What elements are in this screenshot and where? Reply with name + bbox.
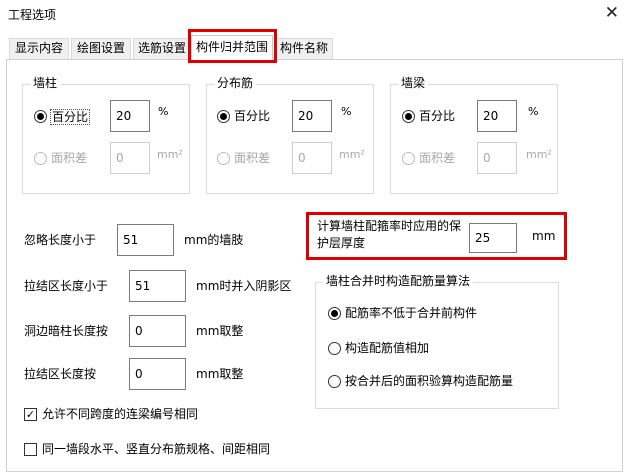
checkbox-checked-icon[interactable]: ✓ bbox=[24, 408, 37, 421]
area-diff-unit: mm² bbox=[157, 148, 183, 161]
algo-option-label: 构造配筋值相加 bbox=[345, 341, 430, 355]
hole-column-input[interactable]: 0 bbox=[129, 315, 186, 347]
hole-column-label: 洞边暗柱长度按 bbox=[24, 324, 109, 338]
percent-radio[interactable] bbox=[402, 110, 415, 123]
close-icon[interactable]: ✕ bbox=[605, 3, 619, 23]
percent-label: 百分比 bbox=[234, 109, 271, 123]
group-title: 分布筋 bbox=[214, 76, 257, 90]
tie-zone-round-input[interactable]: 0 bbox=[129, 358, 186, 390]
tab-label: 显示内容 bbox=[14, 41, 63, 55]
percent-unit: % bbox=[341, 105, 352, 118]
area-diff-input[interactable]: 0 bbox=[292, 142, 332, 174]
percent-input[interactable]: 20 bbox=[477, 100, 517, 132]
tab-rebar-settings[interactable]: 选筋设置 bbox=[133, 38, 191, 59]
percent-input[interactable]: 20 bbox=[110, 100, 150, 132]
area-diff-input[interactable]: 0 bbox=[477, 142, 517, 174]
percent-radio[interactable] bbox=[34, 110, 47, 123]
area-diff-radio[interactable] bbox=[34, 152, 47, 165]
distribution-rebar-group bbox=[206, 84, 374, 194]
wall-column-group bbox=[22, 84, 190, 194]
tab-label: 构件名称 bbox=[279, 41, 328, 55]
protect-layer-unit: mm bbox=[532, 229, 556, 243]
hole-column-suffix: mm取整 bbox=[196, 324, 244, 338]
tab-label: 选筋设置 bbox=[137, 41, 186, 55]
area-diff-label: 面积差 bbox=[51, 151, 88, 165]
percent-label: 百分比 bbox=[419, 109, 456, 123]
group-title: 墙梁 bbox=[398, 76, 429, 90]
percent-input[interactable]: 20 bbox=[292, 100, 332, 132]
area-diff-radio[interactable] bbox=[217, 152, 230, 165]
percent-radio[interactable] bbox=[217, 110, 230, 123]
tie-zone-min-input[interactable]: 51 bbox=[129, 270, 186, 302]
algo-option-label: 配筋率不低于合并前构件 bbox=[345, 306, 478, 320]
tie-zone-min-label: 拉结区长度小于 bbox=[24, 279, 109, 293]
algo-option-radio[interactable] bbox=[328, 342, 341, 355]
percent-label: 百分比 bbox=[50, 109, 91, 125]
tab-component-names[interactable]: 构件名称 bbox=[275, 38, 333, 59]
algo-option-radio[interactable] bbox=[328, 375, 341, 388]
wall-beam-group bbox=[390, 84, 558, 194]
tab-label: 绘图设置 bbox=[76, 41, 125, 55]
checkbox-label: 同一墙段水平、竖直分布筋规格、间距相同 bbox=[42, 442, 271, 456]
ignore-length-suffix: mm的墙肢 bbox=[184, 233, 244, 247]
area-diff-unit: mm² bbox=[526, 148, 552, 161]
protect-layer-input[interactable]: 25 bbox=[469, 223, 517, 253]
protect-layer-label-line1: 计算墙柱配箍率时应用的保 bbox=[317, 219, 462, 233]
protect-layer-label-line2: 护层厚度 bbox=[317, 236, 366, 250]
group-title: 墙柱合并时构造配筋量算法 bbox=[323, 274, 474, 288]
algo-option-label: 按合并后的面积验算构造配筋量 bbox=[345, 374, 514, 388]
ignore-length-input[interactable]: 51 bbox=[117, 224, 174, 256]
checkbox-unchecked-icon[interactable] bbox=[24, 443, 37, 456]
group-title: 墙柱 bbox=[30, 76, 61, 90]
tie-zone-round-label: 拉结区长度按 bbox=[24, 367, 97, 381]
tie-zone-min-suffix: mm时并入阴影区 bbox=[196, 279, 292, 293]
highlight-box bbox=[188, 29, 277, 63]
area-diff-label: 面积差 bbox=[234, 151, 271, 165]
percent-unit: % bbox=[158, 105, 169, 118]
algo-option-radio[interactable] bbox=[328, 307, 341, 320]
window-title: 工程选项 bbox=[8, 8, 57, 22]
percent-unit: % bbox=[528, 105, 539, 118]
title-bar: 工程选项 ✕ bbox=[0, 0, 629, 28]
tab-drawing-settings[interactable]: 绘图设置 bbox=[71, 38, 131, 59]
area-diff-label: 面积差 bbox=[419, 151, 456, 165]
tie-zone-round-suffix: mm取整 bbox=[196, 367, 244, 381]
area-diff-radio[interactable] bbox=[402, 152, 415, 165]
tab-display-content[interactable]: 显示内容 bbox=[9, 38, 69, 59]
checkbox-label: 允许不同跨度的连梁编号相同 bbox=[42, 407, 199, 421]
area-diff-unit: mm² bbox=[339, 148, 365, 161]
area-diff-input[interactable]: 0 bbox=[110, 142, 150, 174]
ignore-length-label: 忽略长度小于 bbox=[24, 233, 97, 247]
